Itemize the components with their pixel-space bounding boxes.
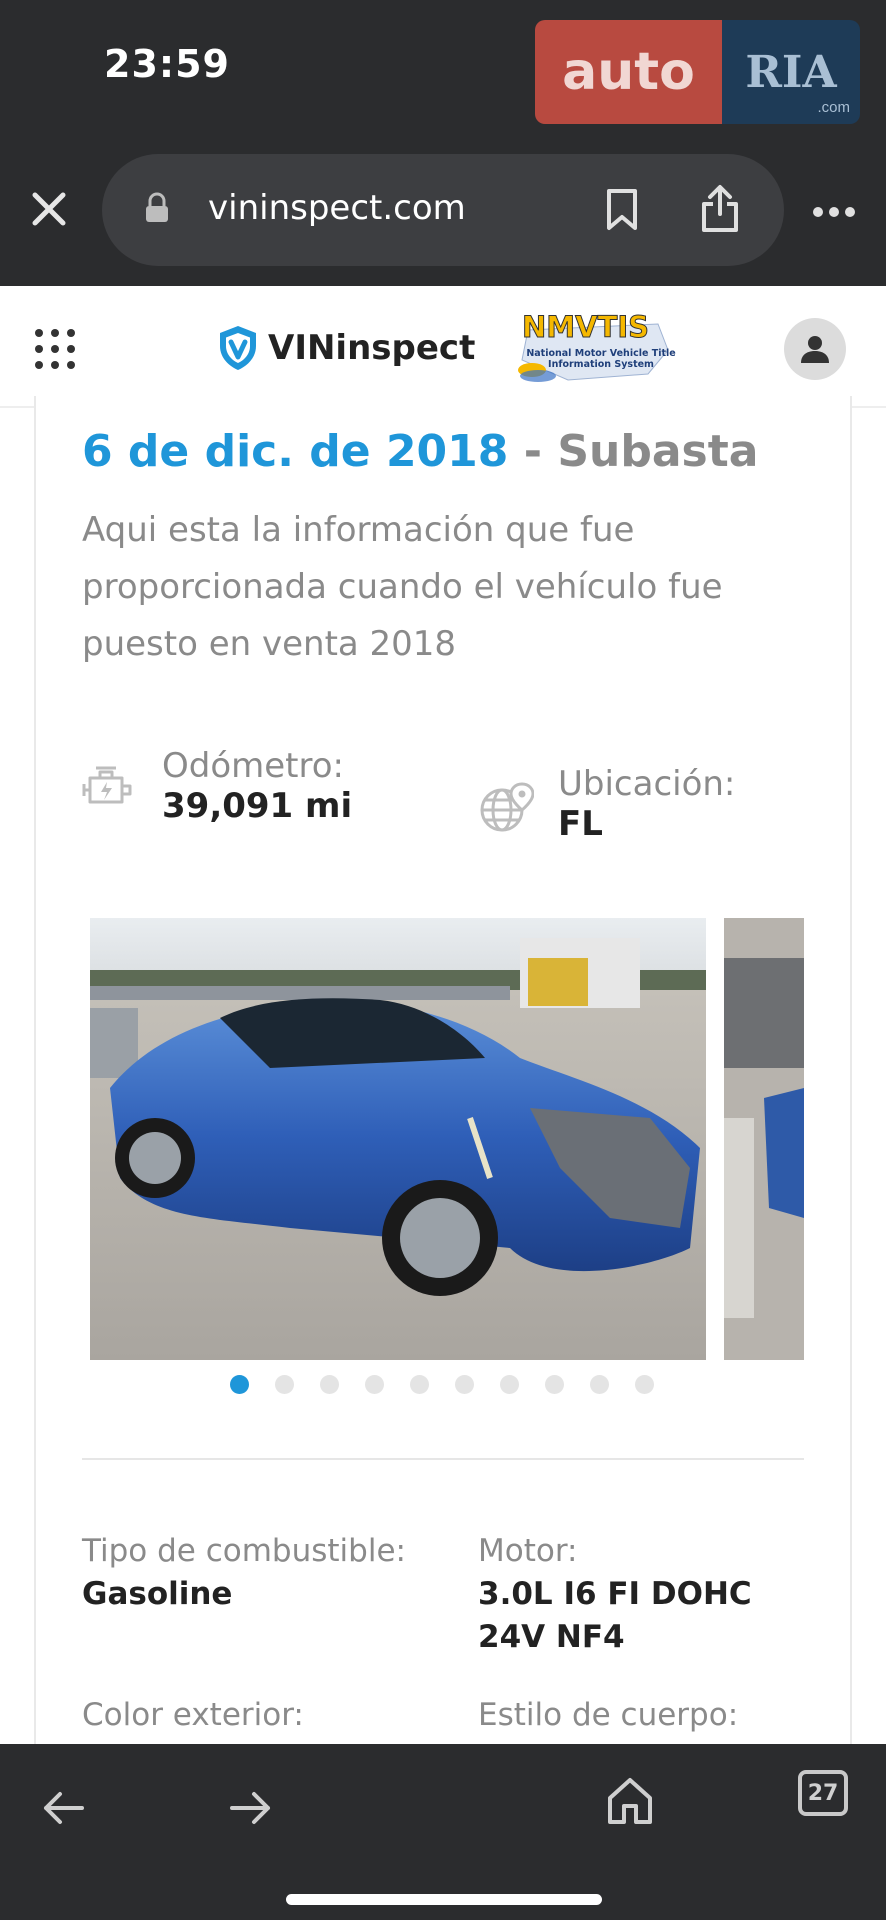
nmvtis-logo: NMVTIS National Motor Vehicle Title Info…: [508, 310, 678, 386]
odometer: Odómetro: 39,091 mi: [162, 746, 352, 826]
spec-engine: Motor: 3.0L I6 FI DOHC 24V NF4: [478, 1530, 808, 1659]
spec-color: Color exterior:: [82, 1694, 304, 1737]
more-icon[interactable]: [812, 206, 856, 218]
watermark-ria-text: RIA: [745, 46, 837, 98]
odometer-value: 39,091 mi: [162, 786, 353, 826]
close-button[interactable]: [26, 186, 72, 232]
color-label: Color exterior:: [82, 1697, 304, 1733]
record-event: Subasta: [557, 426, 759, 477]
spec-body: Estilo de cuerpo:: [478, 1694, 738, 1737]
pagination-dot[interactable]: [410, 1375, 429, 1394]
spec-fuel: Tipo de combustible: Gasoline: [82, 1530, 412, 1616]
account-button[interactable]: [784, 318, 846, 380]
fuel-label: Tipo de combustible:: [82, 1533, 406, 1569]
engine-value: 3.0L I6 FI DOHC 24V NF4: [478, 1576, 752, 1655]
pagination-dot[interactable]: [590, 1375, 609, 1394]
record-date: 6 de dic. de 2018: [82, 426, 509, 477]
vehicle-photo-image: [90, 918, 706, 1360]
pagination-dot[interactable]: [545, 1375, 564, 1394]
vininspect-logo[interactable]: VINinspect: [216, 324, 475, 372]
vehicle-photo-next[interactable]: [724, 918, 804, 1360]
shield-icon: [220, 326, 256, 370]
fuel-value: Gasoline: [82, 1576, 233, 1612]
vehicle-photo[interactable]: [90, 918, 706, 1360]
watermark-com: .com: [817, 99, 850, 116]
tabs-button[interactable]: 27: [798, 1770, 848, 1816]
pagination-dot[interactable]: [275, 1375, 294, 1394]
bookmark-icon[interactable]: [604, 188, 640, 232]
autoria-watermark: auto RIA .com: [535, 20, 865, 124]
location-label: Ubicación:: [558, 764, 736, 804]
location: Ubicación: FL: [558, 764, 735, 844]
home-icon[interactable]: [606, 1776, 654, 1826]
pagination-dot[interactable]: [230, 1375, 249, 1394]
browser-toolbar: vininspect.com: [0, 150, 886, 286]
body-label: Estilo de cuerpo:: [478, 1697, 739, 1733]
pagination-dot[interactable]: [365, 1375, 384, 1394]
pagination-dot[interactable]: [635, 1375, 654, 1394]
photo-pagination: [230, 1375, 654, 1394]
logo-text: VINinspect: [268, 328, 476, 368]
back-arrow-icon[interactable]: [42, 1790, 84, 1826]
globe-location-icon: [480, 782, 534, 832]
user-icon: [801, 336, 829, 363]
nmvtis-subtitle: National Motor Vehicle Title Information…: [526, 348, 676, 370]
share-icon[interactable]: [700, 184, 740, 234]
status-time: 23:59: [104, 42, 230, 86]
pagination-dot[interactable]: [500, 1375, 519, 1394]
engine-icon: [82, 766, 132, 804]
odometer-label: Odómetro:: [162, 746, 345, 786]
location-value: FL: [558, 804, 603, 844]
home-indicator[interactable]: [286, 1894, 602, 1905]
nmvtis-title: NMVTIS: [521, 310, 650, 345]
status-bar: 23:59 auto RIA .com: [0, 0, 886, 150]
pagination-dot[interactable]: [455, 1375, 474, 1394]
pagination-dot[interactable]: [320, 1375, 339, 1394]
url-text: vininspect.com: [208, 188, 466, 228]
watermark-ria: RIA .com: [722, 20, 860, 124]
record-heading: 6 de dic. de 2018 - Subasta: [82, 426, 758, 477]
vehicle-photo-next-image: [724, 918, 804, 1360]
close-icon: [32, 192, 66, 226]
site-header: VINinspect NMVTIS National Motor Vehicle…: [0, 286, 886, 408]
address-bar[interactable]: vininspect.com: [102, 154, 784, 266]
lock-icon: [146, 192, 168, 222]
engine-label: Motor:: [478, 1533, 578, 1569]
forward-arrow-icon[interactable]: [230, 1790, 272, 1826]
record-intro: Aqui esta la información que fue proporc…: [82, 510, 723, 664]
watermark-auto: auto: [535, 20, 722, 124]
heading-separator: -: [508, 426, 558, 477]
apps-grid-icon[interactable]: [34, 328, 76, 370]
section-divider: [82, 1458, 804, 1460]
